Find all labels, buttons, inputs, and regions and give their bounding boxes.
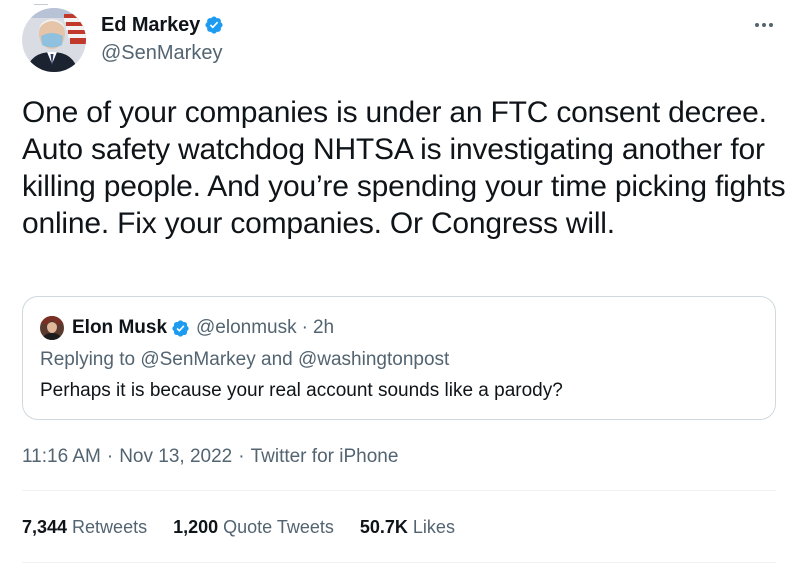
retweets-label: Retweets [72, 517, 148, 537]
verified-badge-icon [204, 15, 224, 35]
likes-label: Likes [412, 517, 455, 537]
retweets-stat[interactable]: 7,344 Retweets [22, 514, 147, 540]
divider [22, 562, 776, 563]
tweet-stats: 7,344 Retweets 1,200 Quote Tweets 50.7K … [22, 514, 481, 540]
quote-tweets-label: Quote Tweets [223, 517, 334, 537]
tweet-text: One of your companies is under an FTC co… [22, 96, 786, 240]
avatar-image [22, 8, 86, 72]
avatar[interactable] [22, 8, 86, 72]
quoted-tweet-text: Perhaps it is because your real account … [40, 380, 563, 401]
tweet-author: Ed Markey @SenMarkey [101, 10, 224, 66]
more-dot [755, 23, 759, 27]
likes-stat[interactable]: 50.7K Likes [360, 514, 455, 540]
author-display-name[interactable]: Ed Markey [101, 10, 200, 40]
retweets-count: 7,344 [22, 517, 68, 537]
tweet-meta: 11:16 AM · Nov 13, 2022 · Twitter for iP… [22, 444, 398, 470]
quoted-avatar [40, 316, 64, 340]
likes-count: 50.7K [359, 517, 408, 537]
quoted-author-name: Elon Musk [72, 317, 168, 338]
meta-separator: · [106, 446, 114, 467]
more-dot [762, 23, 766, 27]
quote-tweets-stat[interactable]: 1,200 Quote Tweets [173, 514, 334, 540]
quoted-avatar-image [40, 316, 64, 340]
quoted-tweet[interactable]: Elon Musk @elonmusk · 2h Replying to @Se… [22, 296, 776, 420]
verified-badge-icon [171, 319, 190, 338]
quoted-replying-to: Replying to @SenMarkey and @washingtonpo… [40, 349, 450, 370]
quote-tweets-count: 1,200 [173, 517, 219, 537]
quoted-author-handle: @elonmusk [196, 317, 297, 338]
more-options-icon[interactable] [748, 14, 780, 36]
thread-connector [34, 0, 48, 5]
meta-separator: · [238, 446, 245, 467]
quoted-tweet-header: Elon Musk @elonmusk · 2h [40, 315, 334, 341]
divider [22, 490, 776, 491]
more-dot [769, 23, 773, 27]
tweet-time[interactable]: 11:16 AM [22, 444, 101, 470]
quoted-separator: · [301, 317, 308, 338]
author-name-row: Ed Markey [101, 10, 224, 40]
tweet-page: Ed Markey @SenMarkey One of your compani… [0, 0, 802, 566]
author-handle[interactable]: @SenMarkey [101, 40, 224, 66]
tweet-date[interactable]: Nov 13, 2022 [119, 444, 232, 470]
quoted-timestamp: 2h [312, 317, 335, 338]
tweet-source[interactable]: Twitter for iPhone [251, 444, 399, 470]
